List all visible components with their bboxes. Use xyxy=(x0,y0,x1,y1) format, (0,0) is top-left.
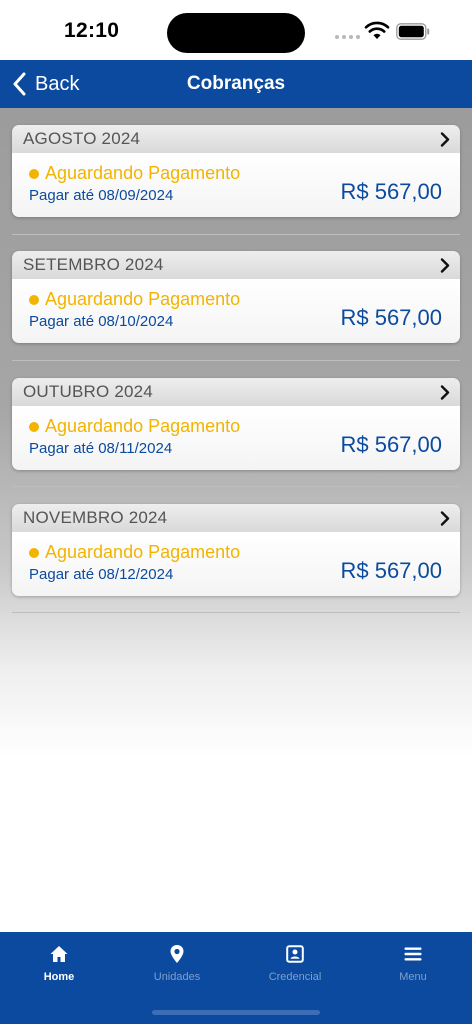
chevron-right-icon xyxy=(440,258,450,273)
tab-unidades[interactable]: Unidades xyxy=(118,932,236,992)
menu-icon xyxy=(404,947,422,961)
status-dot-icon xyxy=(29,168,39,179)
charge-due-date: Pagar até 08/09/2024 xyxy=(29,187,174,204)
tab-menu[interactable]: Menu xyxy=(354,932,472,992)
charge-month: NOVEMBRO 2024 xyxy=(23,508,168,527)
back-button[interactable]: Back xyxy=(12,60,79,108)
back-label: Back xyxy=(35,72,80,95)
divider xyxy=(12,486,460,487)
status-dot-icon xyxy=(29,547,39,558)
charge-card[interactable]: OUTUBRO 2024 Aguardando Pagamento Pagar … xyxy=(12,378,460,470)
card-body: Aguardando Pagamento Pagar até 08/12/202… xyxy=(12,532,460,596)
status-dot-icon xyxy=(29,421,39,432)
status-bar: 12:10 xyxy=(0,0,472,60)
tab-label: Unidades xyxy=(153,971,201,983)
navigation-bar: Back Cobranças xyxy=(0,60,472,108)
tab-label: Credencial xyxy=(268,971,322,983)
charge-amount: R$ 567,00 xyxy=(340,305,442,330)
status-row: Aguardando Pagamento xyxy=(29,163,240,184)
card-header: AGOSTO 2024 xyxy=(12,125,460,153)
charge-amount: R$ 567,00 xyxy=(340,179,442,204)
charge-card[interactable]: SETEMBRO 2024 Aguardando Pagamento Pagar… xyxy=(12,251,460,343)
charge-status: Aguardando Pagamento xyxy=(45,163,241,183)
chevron-left-icon xyxy=(13,72,26,96)
location-pin-icon xyxy=(170,945,184,963)
charge-status: Aguardando Pagamento xyxy=(45,289,241,309)
wifi-icon xyxy=(364,21,390,39)
card-header: NOVEMBRO 2024 xyxy=(12,504,460,532)
divider xyxy=(12,234,460,235)
card-body: Aguardando Pagamento Pagar até 08/10/202… xyxy=(12,279,460,343)
charge-card[interactable]: AGOSTO 2024 Aguardando Pagamento Pagar a… xyxy=(12,125,460,217)
tab-label: Menu xyxy=(399,971,427,983)
card-body: Aguardando Pagamento Pagar até 08/11/202… xyxy=(12,406,460,470)
status-row: Aguardando Pagamento xyxy=(29,289,240,310)
divider xyxy=(12,360,460,361)
charge-amount: R$ 567,00 xyxy=(340,558,442,583)
status-row: Aguardando Pagamento xyxy=(29,416,240,437)
card-body: Aguardando Pagamento Pagar até 08/09/202… xyxy=(12,153,460,217)
charge-due-date: Pagar até 08/10/2024 xyxy=(29,313,174,330)
home-icon xyxy=(50,946,68,962)
charge-status: Aguardando Pagamento xyxy=(45,542,241,562)
dynamic-island xyxy=(167,13,305,53)
charges-list: AGOSTO 2024 Aguardando Pagamento Pagar a… xyxy=(0,108,472,932)
chevron-right-icon xyxy=(440,511,450,526)
status-dot-icon xyxy=(29,294,39,305)
tab-label: Home xyxy=(43,971,75,983)
charge-month: SETEMBRO 2024 xyxy=(23,255,164,274)
chevron-right-icon xyxy=(440,132,450,147)
status-row: Aguardando Pagamento xyxy=(29,542,240,563)
tab-home[interactable]: Home xyxy=(0,932,118,992)
charge-due-date: Pagar até 08/11/2024 xyxy=(29,440,173,457)
charge-due-date: Pagar até 08/12/2024 xyxy=(29,566,174,583)
charge-status: Aguardando Pagamento xyxy=(45,416,241,436)
card-header: OUTUBRO 2024 xyxy=(12,378,460,406)
charge-amount: R$ 567,00 xyxy=(340,432,442,457)
divider xyxy=(12,612,460,613)
charge-month: AGOSTO 2024 xyxy=(23,129,141,148)
id-badge-icon xyxy=(286,945,304,963)
home-indicator xyxy=(152,1010,320,1015)
cellular-signal-icon xyxy=(335,35,360,39)
chevron-right-icon xyxy=(440,385,450,400)
battery-icon xyxy=(396,23,430,40)
status-time: 12:10 xyxy=(64,19,120,42)
charge-card[interactable]: NOVEMBRO 2024 Aguardando Pagamento Pagar… xyxy=(12,504,460,596)
card-header: SETEMBRO 2024 xyxy=(12,251,460,279)
tab-credencial[interactable]: Credencial xyxy=(236,932,354,992)
charge-month: OUTUBRO 2024 xyxy=(23,382,153,401)
